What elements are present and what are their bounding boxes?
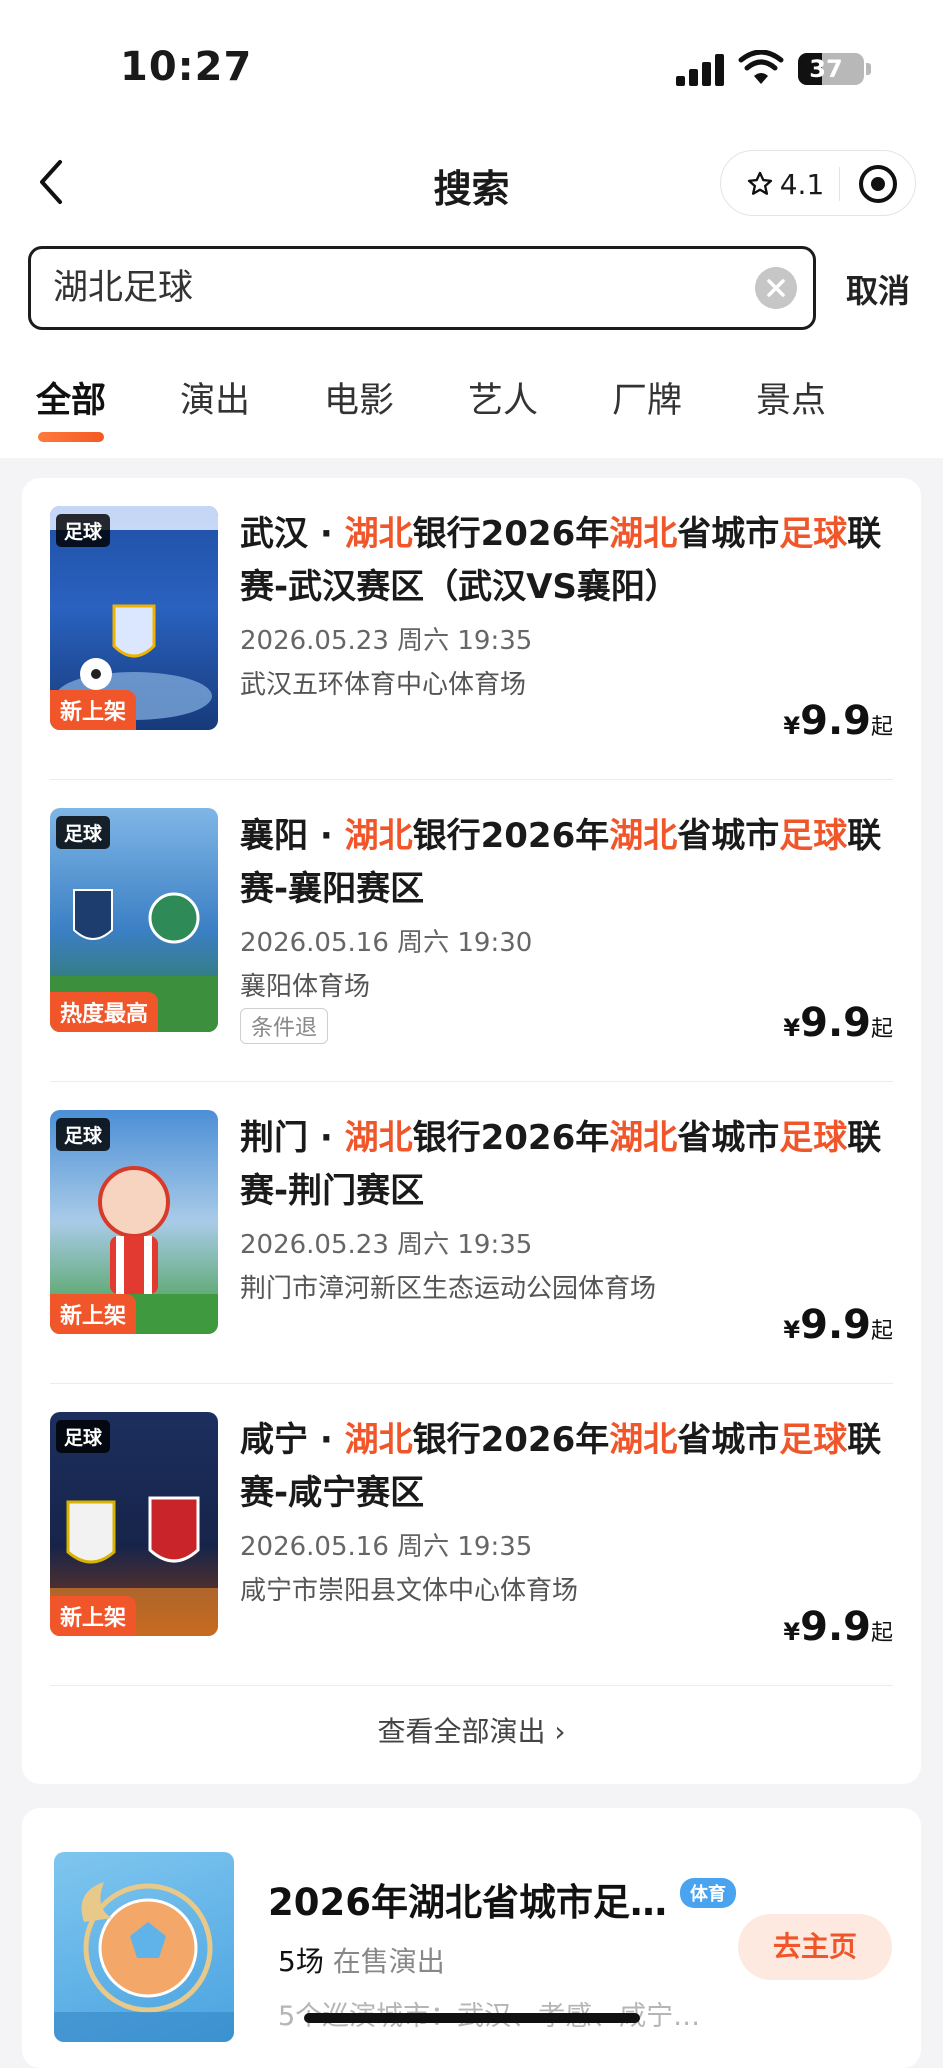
wifi-icon: [738, 50, 784, 84]
tab-attractions[interactable]: 景点: [756, 372, 826, 423]
event-date: 2026.05.16 周六 19:30: [240, 928, 533, 958]
poster-badge: 新上架: [50, 1294, 137, 1334]
cancel-button[interactable]: 取消: [846, 266, 910, 312]
poster-badge: 热度最高: [50, 992, 159, 1032]
event-item[interactable]: 足球 新上架 荆门 · 湖北银行2026年湖北省城市足球联赛-荆门赛区 2026…: [50, 1082, 893, 1384]
event-title: 武汉 · 湖北银行2026年湖北省城市足球联赛-武汉赛区（武汉VS襄阳）: [240, 514, 882, 607]
tab-movies[interactable]: 电影: [324, 372, 394, 423]
event-title: 荆门 · 湖北银行2026年湖北省城市足球联赛-荆门赛区: [240, 1118, 882, 1211]
event-date: 2026.05.23 周六 19:35: [240, 1230, 533, 1260]
tab-shows[interactable]: 演出: [180, 372, 250, 423]
event-poster: 足球 新上架: [50, 1110, 218, 1334]
tab-labels[interactable]: 厂牌: [612, 372, 682, 423]
rating-value: 4.1: [779, 167, 825, 201]
artist-logo: [54, 1852, 234, 2042]
search-input[interactable]: 湖北足球: [28, 246, 816, 330]
battery-percent: 37: [809, 55, 843, 83]
event-venue: 襄阳体育场: [240, 972, 371, 1002]
mini-program-capsule: 4.1: [720, 150, 916, 216]
show-count: 5场 在售演出: [278, 1945, 445, 1978]
event-price: ¥9.9起: [783, 1604, 893, 1650]
active-tab-indicator: [38, 432, 104, 442]
search-results-card: 足球 新上架 武汉 · 湖北银行2026年湖北省城市足球联赛-武汉赛区（武汉VS…: [22, 478, 921, 1784]
event-item[interactable]: 足球 新上架 武汉 · 湖北银行2026年湖北省城市足球联赛-武汉赛区（武汉VS…: [50, 478, 893, 780]
artist-name: 2026年湖北省城市足…: [268, 1881, 667, 1924]
event-date: 2026.05.16 周六 19:35: [240, 1532, 533, 1562]
poster-category-tag: 足球: [56, 514, 111, 547]
poster-badge: 新上架: [50, 1596, 137, 1636]
search-input-value: 湖北足球: [53, 268, 194, 308]
view-all-shows-link[interactable]: 查看全部演出 ›: [22, 1710, 921, 1750]
home-indicator: [304, 2013, 640, 2023]
cellular-signal-icon: [676, 54, 726, 86]
event-venue: 武汉五环体育中心体育场: [240, 670, 527, 700]
sport-badge: 体育: [680, 1878, 736, 1908]
back-arrow-icon[interactable]: [32, 156, 72, 208]
event-venue: 咸宁市崇阳县文体中心体育场: [240, 1576, 579, 1606]
go-to-homepage-button[interactable]: 去主页: [738, 1914, 892, 1980]
event-poster: 足球 新上架: [50, 1412, 218, 1636]
tab-all[interactable]: 全部: [36, 372, 106, 423]
event-title: 咸宁 · 湖北银行2026年湖北省城市足球联赛-咸宁赛区: [240, 1420, 882, 1513]
rating-button[interactable]: 4.1: [735, 151, 835, 217]
event-poster: 足球 热度最高: [50, 808, 218, 1032]
battery-icon: 37: [798, 53, 864, 85]
event-price: ¥9.9起: [783, 1000, 893, 1046]
event-price: ¥9.9起: [783, 1302, 893, 1348]
event-date: 2026.05.23 周六 19:35: [240, 626, 533, 656]
poster-category-tag: 足球: [56, 816, 111, 849]
poster-category-tag: 足球: [56, 1118, 111, 1151]
divider: [50, 1685, 893, 1686]
battery-tip: [866, 63, 871, 75]
event-venue: 荆门市漳河新区生态运动公园体育场: [240, 1274, 657, 1304]
poster-badge: 新上架: [50, 690, 137, 730]
star-icon: [747, 171, 772, 195]
event-poster: 足球 新上架: [50, 506, 218, 730]
event-item[interactable]: 足球 新上架 咸宁 · 湖北银行2026年湖北省城市足球联赛-咸宁赛区 2026…: [50, 1384, 893, 1686]
event-title: 襄阳 · 湖北银行2026年湖北省城市足球联赛-襄阳赛区: [240, 816, 882, 909]
status-time: 10:27: [120, 44, 253, 90]
poster-category-tag: 足球: [56, 1420, 111, 1453]
capsule-divider: [839, 167, 840, 201]
event-item[interactable]: 足球 热度最高 襄阳 · 湖北银行2026年湖北省城市足球联赛-襄阳赛区 202…: [50, 780, 893, 1082]
clear-icon[interactable]: [755, 267, 797, 309]
event-price: ¥9.9起: [783, 698, 893, 744]
tab-artists[interactable]: 艺人: [468, 372, 538, 423]
football-logo-icon: [54, 1882, 234, 2042]
target-icon[interactable]: [853, 159, 903, 209]
refund-policy-tag: 条件退: [240, 1008, 329, 1044]
artist-card[interactable]: 2026年湖北省城市足… 体育 5场 在售演出 5个巡演城市：武汉、孝感、咸宁……: [22, 1808, 921, 2068]
